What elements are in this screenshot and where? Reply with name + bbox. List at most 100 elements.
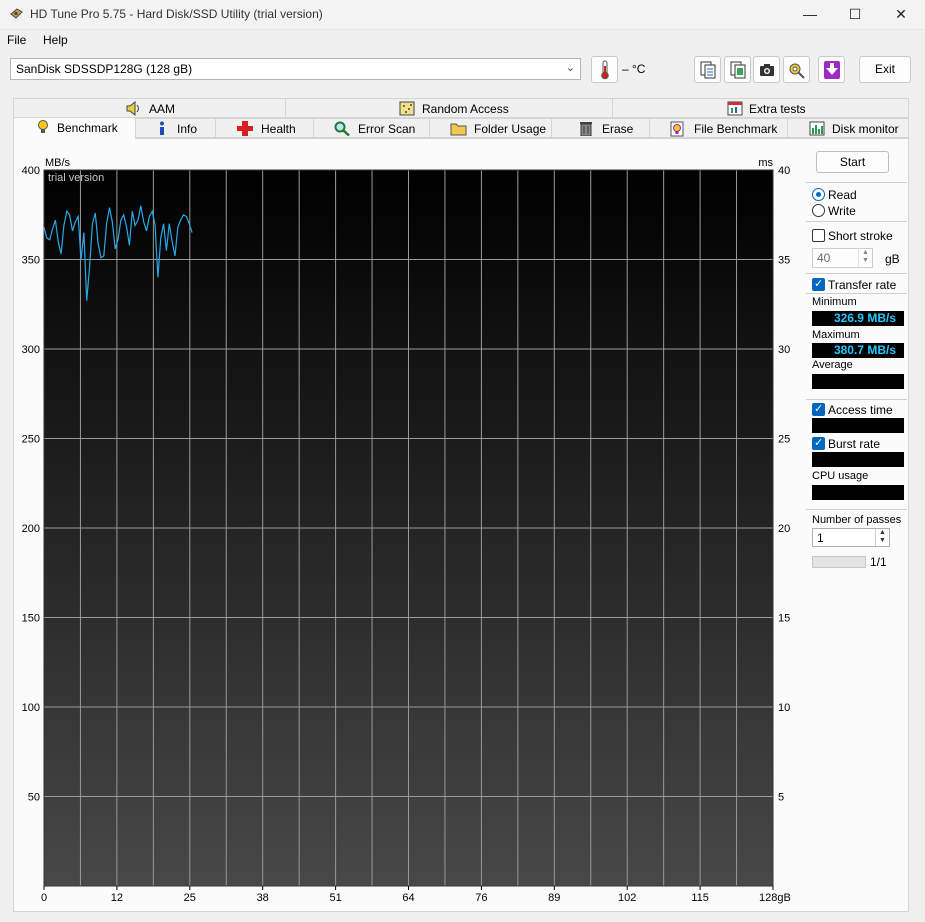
options-button[interactable] bbox=[783, 56, 810, 83]
trial-watermark: trial version bbox=[48, 172, 104, 184]
short-stroke-label: Short stroke bbox=[828, 229, 893, 243]
tab-folder-usage[interactable]: Folder Usage bbox=[429, 118, 552, 138]
tab-health[interactable]: Health bbox=[215, 118, 314, 138]
read-label: Read bbox=[828, 188, 857, 202]
menu-bar: File Help bbox=[0, 30, 925, 50]
copy-screenshot-button[interactable] bbox=[724, 56, 751, 83]
trash-icon bbox=[580, 122, 592, 136]
magnifier-icon bbox=[334, 121, 350, 136]
passes-stepper[interactable]: 1 ▲ ▼ bbox=[812, 528, 890, 547]
tab-info-label: Info bbox=[177, 122, 198, 136]
y-tick-label: 50 bbox=[28, 792, 40, 804]
burst-rate-checkbox[interactable] bbox=[812, 436, 825, 450]
temperature-value: – °C bbox=[622, 62, 646, 76]
camera-icon bbox=[760, 64, 774, 76]
close-button[interactable]: ✕ bbox=[878, 0, 924, 30]
temperature-button[interactable] bbox=[591, 56, 618, 83]
tab-extra-tests[interactable]: Extra tests bbox=[612, 98, 909, 118]
x-tick-label: 12 bbox=[111, 892, 123, 904]
transfer-rate-checkbox[interactable] bbox=[812, 277, 825, 291]
x-tick-label: 25 bbox=[184, 892, 196, 904]
start-button[interactable]: Start bbox=[816, 151, 889, 173]
separator bbox=[806, 182, 907, 183]
tab-info[interactable]: Info bbox=[135, 118, 216, 138]
copy-text-icon bbox=[700, 61, 716, 79]
y2-tick-label: 30 bbox=[778, 344, 790, 356]
x-tick-label: 51 bbox=[329, 892, 341, 904]
y-tick-label: 150 bbox=[22, 613, 40, 625]
y2-tick-label: 40 bbox=[778, 165, 790, 177]
separator bbox=[806, 273, 907, 274]
write-label: Write bbox=[828, 204, 856, 218]
y-axis-label: MB/s bbox=[45, 157, 71, 169]
health-cross-icon bbox=[237, 121, 253, 136]
tab-error-scan-label: Error Scan bbox=[358, 122, 416, 136]
passes-value: 1 bbox=[817, 531, 824, 545]
x-tick-label: 76 bbox=[475, 892, 487, 904]
write-radio[interactable] bbox=[812, 204, 825, 217]
info-icon bbox=[160, 121, 164, 135]
x-tick-label: 38 bbox=[257, 892, 269, 904]
access-time-checkbox[interactable] bbox=[812, 402, 825, 416]
extra-tests-icon bbox=[727, 101, 743, 116]
average-value bbox=[812, 374, 904, 389]
drive-select[interactable]: SanDisk SDSSDP128G (128 gB) ⌄ bbox=[10, 58, 581, 80]
y2-tick-label: 25 bbox=[778, 434, 790, 446]
burst-rate-value bbox=[812, 452, 904, 467]
disk-monitor-icon bbox=[809, 121, 825, 136]
file-bulb-icon bbox=[670, 121, 684, 137]
x-tick-label: 0 bbox=[41, 892, 47, 904]
separator bbox=[806, 293, 907, 294]
tab-benchmark-label: Benchmark bbox=[57, 121, 118, 135]
maximize-button[interactable]: ☐ bbox=[832, 0, 878, 30]
stepper-arrows-icon[interactable]: ▲ ▼ bbox=[858, 249, 872, 267]
tab-health-label: Health bbox=[261, 122, 296, 136]
menu-help[interactable]: Help bbox=[43, 33, 68, 47]
tab-erase-label: Erase bbox=[602, 122, 634, 136]
tab-random-access-label: Random Access bbox=[422, 102, 509, 116]
benchmark-bulb-icon bbox=[38, 120, 48, 133]
copy-image-icon bbox=[730, 61, 746, 79]
short-stroke-checkbox[interactable] bbox=[812, 229, 825, 242]
copy-text-button[interactable] bbox=[694, 56, 721, 83]
maximum-value: 380.7 MB/s bbox=[812, 343, 904, 358]
short-stroke-stepper[interactable]: 40 ▲ ▼ bbox=[812, 248, 873, 268]
tab-error-scan[interactable]: Error Scan bbox=[313, 118, 430, 138]
tab-file-benchmark[interactable]: File Benchmark bbox=[649, 118, 788, 138]
x-tick-label: 115 bbox=[691, 892, 709, 904]
x-tick-label: 128gB bbox=[759, 892, 791, 904]
thermometer-icon bbox=[601, 60, 609, 80]
screenshot-button[interactable] bbox=[753, 56, 780, 83]
options-icon bbox=[789, 63, 805, 79]
separator bbox=[806, 509, 907, 510]
tab-extra-tests-label: Extra tests bbox=[749, 102, 806, 116]
y-tick-label: 250 bbox=[22, 434, 40, 446]
minimum-value: 326.9 MB/s bbox=[812, 311, 904, 326]
tab-random-access[interactable]: Random Access bbox=[285, 98, 613, 118]
y-tick-label: 300 bbox=[22, 344, 40, 356]
download-arrow-icon bbox=[824, 61, 840, 79]
save-button[interactable] bbox=[818, 56, 845, 83]
drive-select-value: SanDisk SDSSDP128G (128 gB) bbox=[16, 62, 193, 76]
stepper-arrows-icon[interactable]: ▲ ▼ bbox=[875, 529, 889, 546]
maximum-label: Maximum bbox=[812, 329, 860, 341]
access-time-label: Access time bbox=[828, 403, 893, 417]
transfer-rate-chart: 400 40350 35300 30250 25200 20150 15100 1050 50 1… bbox=[22, 157, 791, 904]
tab-disk-monitor[interactable]: Disk monitor bbox=[787, 118, 909, 138]
menu-file[interactable]: File bbox=[7, 33, 26, 47]
minimize-button[interactable]: — bbox=[787, 0, 833, 30]
minimum-label: Minimum bbox=[812, 296, 857, 308]
speaker-icon bbox=[126, 101, 139, 116]
x-tick-label: 89 bbox=[548, 892, 560, 904]
short-stroke-unit: gB bbox=[885, 252, 900, 266]
y2-tick-label: 5 bbox=[778, 792, 784, 804]
exit-button[interactable]: Exit bbox=[859, 56, 911, 83]
x-tick-label: 64 bbox=[402, 892, 414, 904]
tab-benchmark[interactable]: Benchmark bbox=[13, 117, 136, 139]
tab-erase[interactable]: Erase bbox=[551, 118, 650, 138]
burst-rate-label: Burst rate bbox=[828, 437, 881, 451]
title-bar: HD Tune Pro 5.75 - Hard Disk/SSD Utility… bbox=[0, 0, 925, 30]
tab-aam[interactable]: AAM bbox=[13, 98, 286, 118]
y2-tick-label: 15 bbox=[778, 613, 790, 625]
read-radio[interactable] bbox=[812, 188, 825, 201]
